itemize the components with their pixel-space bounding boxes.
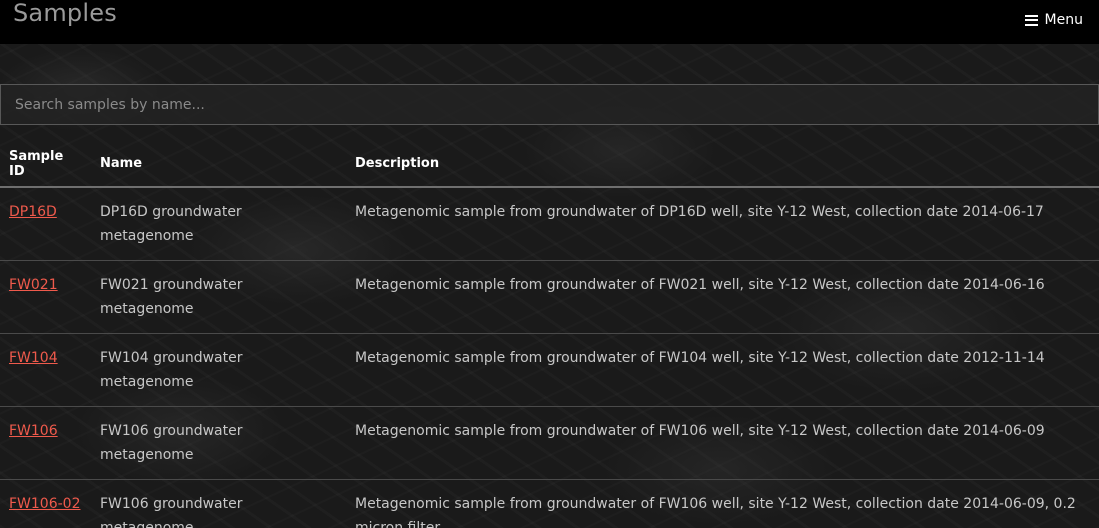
page-title: Samples bbox=[13, 0, 117, 27]
sample-id-link[interactable]: FW021 bbox=[9, 277, 58, 293]
sample-name-cell: FW021 groundwater metagenome bbox=[91, 260, 346, 334]
sample-id-cell: FW106 bbox=[0, 406, 91, 480]
column-header-sample-id[interactable]: Sample ID bbox=[0, 141, 91, 188]
samples-page: Samples Menu Sample ID Name Description … bbox=[0, 0, 1099, 528]
hamburger-icon bbox=[1024, 14, 1038, 26]
sample-name-cell: FW106 groundwater metagenome bbox=[91, 479, 346, 528]
sample-id-cell: FW021 bbox=[0, 260, 91, 334]
column-header-name[interactable]: Name bbox=[91, 141, 346, 188]
sample-id-link[interactable]: FW106-02 bbox=[9, 496, 80, 512]
sample-name-cell: FW104 groundwater metagenome bbox=[91, 333, 346, 407]
search-input[interactable] bbox=[1, 85, 1098, 124]
table-row: FW106-02 FW106 groundwater metagenome Me… bbox=[0, 479, 1099, 528]
top-bar: Samples Menu bbox=[0, 0, 1099, 44]
menu-button[interactable]: Menu bbox=[1024, 10, 1083, 30]
sample-description-cell: Metagenomic sample from groundwater of D… bbox=[346, 187, 1099, 261]
table-row: FW104 FW104 groundwater metagenome Metag… bbox=[0, 333, 1099, 407]
search-bar bbox=[0, 84, 1099, 125]
sample-id-cell: FW104 bbox=[0, 333, 91, 407]
sample-id-cell: DP16D bbox=[0, 187, 91, 261]
column-header-description[interactable]: Description bbox=[346, 141, 1099, 188]
samples-table: Sample ID Name Description DP16D DP16D g… bbox=[0, 141, 1099, 528]
sample-id-link[interactable]: FW104 bbox=[9, 350, 58, 366]
sample-description-cell: Metagenomic sample from groundwater of F… bbox=[346, 260, 1099, 334]
sample-id-cell: FW106-02 bbox=[0, 479, 91, 528]
sample-description-cell: Metagenomic sample from groundwater of F… bbox=[346, 333, 1099, 407]
table-row: DP16D DP16D groundwater metagenome Metag… bbox=[0, 187, 1099, 261]
table-header-row: Sample ID Name Description bbox=[0, 141, 1099, 188]
sample-id-link[interactable]: FW106 bbox=[9, 423, 58, 439]
sample-name-cell: DP16D groundwater metagenome bbox=[91, 187, 346, 261]
sample-description-cell: Metagenomic sample from groundwater of F… bbox=[346, 406, 1099, 480]
sample-id-link[interactable]: DP16D bbox=[9, 204, 57, 220]
sample-name-cell: FW106 groundwater metagenome bbox=[91, 406, 346, 480]
sample-description-cell: Metagenomic sample from groundwater of F… bbox=[346, 479, 1099, 528]
table-row: FW106 FW106 groundwater metagenome Metag… bbox=[0, 406, 1099, 480]
menu-label: Menu bbox=[1044, 12, 1083, 28]
table-row: FW021 FW021 groundwater metagenome Metag… bbox=[0, 260, 1099, 334]
